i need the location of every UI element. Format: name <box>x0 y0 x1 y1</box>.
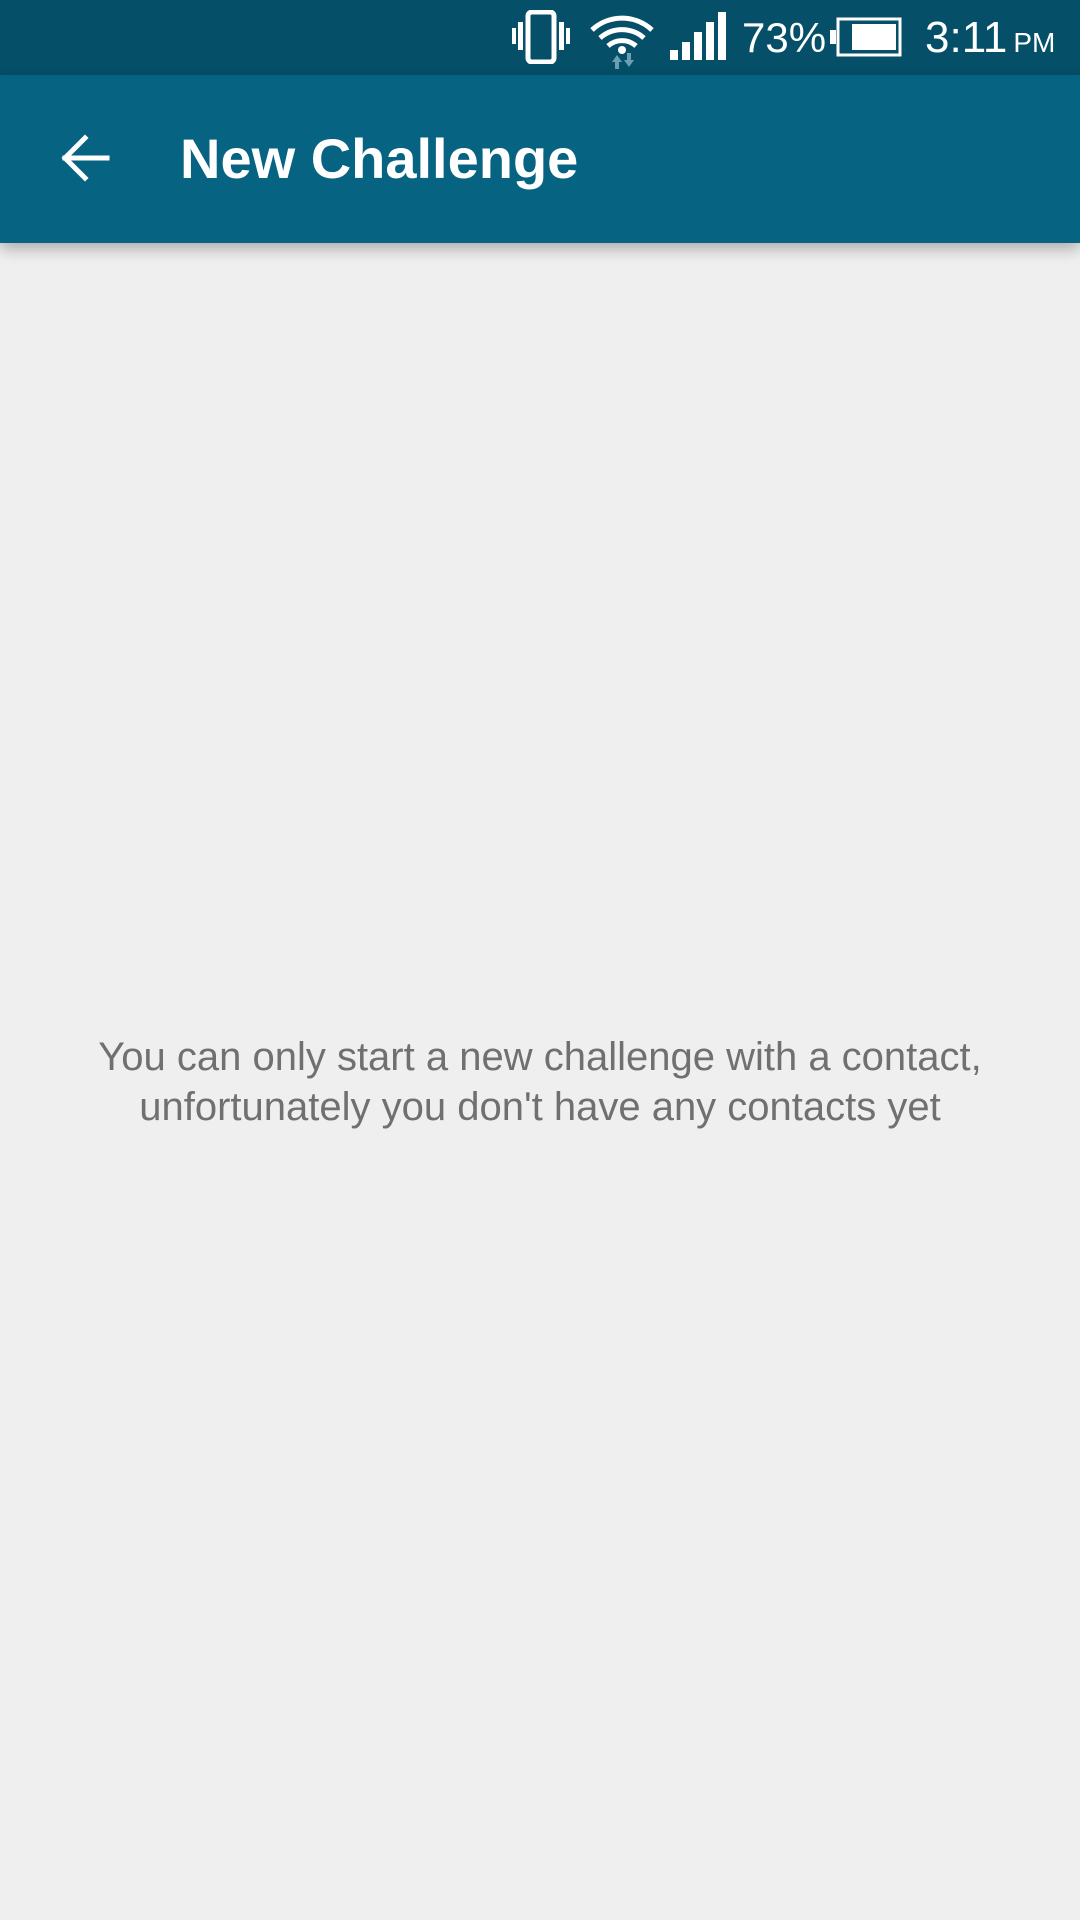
clock-ampm: PM <box>1013 27 1056 58</box>
arrow-back-icon <box>59 132 111 189</box>
back-button[interactable] <box>40 115 130 205</box>
clock-time: 3:11 <box>925 13 1008 62</box>
vibrate-icon <box>512 9 572 69</box>
page-title: New Challenge <box>180 127 579 190</box>
empty-message-line-2: unfortunately you don't have any contact… <box>139 1085 941 1129</box>
app-bar: New Challenge <box>0 75 1080 243</box>
status-bar: 73% 3:11 PM <box>0 0 1080 75</box>
battery-percent: 73% <box>742 14 827 61</box>
empty-message-line-1: You can only start a new challenge with … <box>98 1035 982 1079</box>
clock: 3:11 PM <box>925 13 1055 68</box>
wifi-icon <box>588 10 656 75</box>
signal-icon <box>668 10 728 69</box>
empty-state-message: You can only start a new challenge with … <box>40 1032 1040 1132</box>
battery-icon <box>830 16 902 63</box>
